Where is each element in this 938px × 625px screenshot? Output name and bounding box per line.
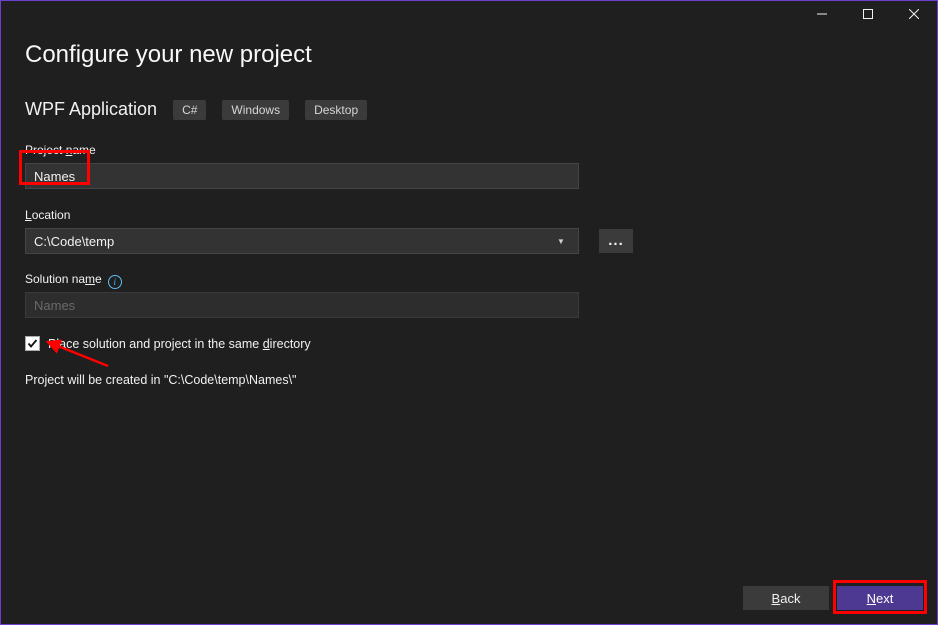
location-field: Location C:\Code\temp ▼ ... <box>25 207 913 254</box>
page-title: Configure your new project <box>25 41 913 69</box>
minimize-button[interactable] <box>799 1 845 27</box>
project-name-label: Project name <box>25 143 96 157</box>
main-content: Configure your new project WPF Applicati… <box>1 27 937 387</box>
maximize-button[interactable] <box>845 1 891 27</box>
tag-desktop: Desktop <box>305 100 367 120</box>
minimize-icon <box>817 9 827 19</box>
next-button[interactable]: Next <box>837 586 923 610</box>
creation-path-text: Project will be created in "C:\Code\temp… <box>25 373 913 387</box>
solution-name-input <box>25 292 579 318</box>
close-button[interactable] <box>891 1 937 27</box>
back-button[interactable]: Back <box>743 586 829 610</box>
project-type-row: WPF Application C# Windows Desktop <box>25 99 913 120</box>
tag-csharp: C# <box>173 100 206 120</box>
location-value: C:\Code\temp <box>34 234 114 249</box>
project-name-field: Project name <box>25 142 913 189</box>
chevron-down-icon: ▼ <box>552 232 570 250</box>
maximize-icon <box>863 9 873 19</box>
project-type-name: WPF Application <box>25 99 157 120</box>
info-icon[interactable]: i <box>108 275 122 289</box>
same-directory-checkbox-row: Place solution and project in the same d… <box>25 336 913 351</box>
location-dropdown[interactable]: C:\Code\temp ▼ <box>25 228 579 254</box>
project-name-input[interactable] <box>25 163 579 189</box>
window-titlebar <box>1 1 937 27</box>
location-label: Location <box>25 208 70 222</box>
same-directory-label: Place solution and project in the same d… <box>48 337 311 351</box>
solution-name-field: Solution name i <box>25 272 913 318</box>
checkmark-icon <box>27 338 38 349</box>
same-directory-checkbox[interactable] <box>25 336 40 351</box>
browse-button[interactable]: ... <box>599 229 633 253</box>
footer-buttons: Back Next <box>743 586 923 610</box>
solution-name-label: Solution name <box>25 272 102 286</box>
close-icon <box>909 9 919 19</box>
tag-windows: Windows <box>222 100 289 120</box>
